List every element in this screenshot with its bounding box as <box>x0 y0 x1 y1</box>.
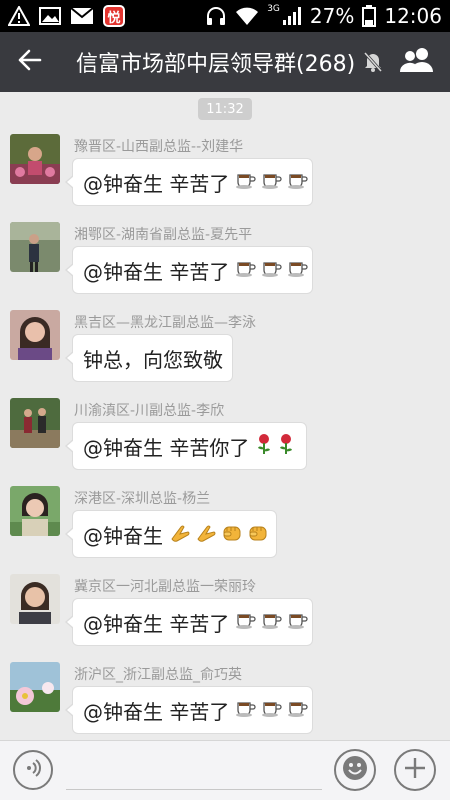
coffee-cup-icon <box>235 610 257 634</box>
voice-icon <box>23 758 43 782</box>
avatar[interactable] <box>10 486 60 536</box>
message-bubble[interactable]: @钟奋生 辛苦了 <box>65 686 313 734</box>
chat-messages[interactable]: 11:32 豫晋区-山西副总监--刘建华 @钟奋生 辛苦了 湘鄂区-湖南省副总监… <box>0 92 450 740</box>
message-text: 钟总，向您致敬 <box>83 347 223 372</box>
app-notification-icon: 悦 <box>103 5 125 27</box>
message-bubble[interactable]: @钟奋生 <box>65 510 277 558</box>
avatar[interactable] <box>10 310 60 360</box>
sender-name: 浙沪区_浙江副总监_俞巧英 <box>74 667 242 683</box>
rose-icon <box>277 433 295 459</box>
fist-icon <box>247 521 269 547</box>
message-text: @钟奋生 辛苦了 <box>83 259 230 284</box>
voice-input-button[interactable] <box>13 750 53 790</box>
sender-name: 深港区-深圳总监-杨兰 <box>74 491 211 507</box>
message-bubble[interactable]: @钟奋生 辛苦了 <box>65 158 313 206</box>
message-bubble[interactable]: @钟奋生 辛苦了 <box>65 598 313 646</box>
mail-icon <box>70 7 94 25</box>
more-options-button[interactable] <box>394 749 436 791</box>
ok-hand-icon <box>169 521 191 547</box>
coffee-cup-icon <box>287 698 309 722</box>
battery-icon <box>362 5 377 27</box>
status-bar: 悦 3G 27% 12:06 <box>0 0 450 32</box>
message-text: @钟奋生 <box>83 523 163 548</box>
coffee-cup-icon <box>261 170 283 194</box>
sender-name: 冀京区一河北副总监一荣丽玲 <box>74 579 256 595</box>
avatar[interactable] <box>10 134 60 184</box>
people-icon <box>399 46 435 78</box>
coffee-cup-icon <box>235 698 257 722</box>
back-button[interactable] <box>0 32 60 92</box>
timestamp-badge: 11:32 <box>198 98 252 120</box>
emoji-button[interactable] <box>334 749 376 791</box>
network-type: 3G <box>267 4 280 14</box>
chat-header: 信富市场部中层领导群(268) <box>0 32 450 92</box>
message-item: 冀京区一河北副总监一荣丽玲 @钟奋生 辛苦了 <box>0 574 450 658</box>
avatar[interactable] <box>10 398 60 448</box>
coffee-cup-icon <box>287 170 309 194</box>
input-bar <box>0 740 450 800</box>
message-item: 豫晋区-山西副总监--刘建华 @钟奋生 辛苦了 <box>0 134 450 218</box>
headphones-icon <box>205 6 227 26</box>
message-item: 浙沪区_浙江副总监_俞巧英 @钟奋生 辛苦了 <box>0 662 450 746</box>
clock: 12:06 <box>384 4 442 28</box>
message-bubble[interactable]: @钟奋生 辛苦了 <box>65 246 313 294</box>
signal-icon <box>282 6 302 26</box>
warning-icon <box>8 6 30 26</box>
message-item: 深港区-深圳总监-杨兰 @钟奋生 <box>0 486 450 570</box>
wifi-icon <box>235 6 259 26</box>
chat-title: 信富市场部中层领导群(268) <box>76 52 356 77</box>
gallery-icon <box>39 6 61 26</box>
smiley-icon <box>341 754 369 786</box>
message-item: 黑吉区—黑龙江副总监—李泳 钟总，向您致敬 <box>0 310 450 394</box>
sender-name: 湘鄂区-湖南省副总监-夏先平 <box>74 227 253 243</box>
coffee-cup-icon <box>261 698 283 722</box>
message-item: 湘鄂区-湖南省副总监-夏先平 @钟奋生 辛苦了 <box>0 222 450 306</box>
message-text: @钟奋生 辛苦了 <box>83 171 230 196</box>
coffee-cup-icon <box>287 610 309 634</box>
back-arrow-icon <box>18 49 42 75</box>
message-text: @钟奋生 辛苦了 <box>83 699 230 724</box>
sender-name: 豫晋区-山西副总监--刘建华 <box>74 139 244 155</box>
avatar[interactable] <box>10 574 60 624</box>
battery-percent: 27% <box>309 4 355 28</box>
message-text: @钟奋生 辛苦了 <box>83 611 230 636</box>
avatar[interactable] <box>10 222 60 272</box>
rose-icon <box>255 433 273 459</box>
message-bubble[interactable]: 钟总，向您致敬 <box>65 334 233 382</box>
coffee-cup-icon <box>287 258 309 282</box>
group-members-button[interactable] <box>392 32 442 92</box>
coffee-cup-icon <box>261 258 283 282</box>
message-input[interactable] <box>66 789 322 790</box>
coffee-cup-icon <box>235 170 257 194</box>
message-bubble[interactable]: @钟奋生 辛苦你了 <box>65 422 307 470</box>
plus-icon <box>403 756 427 784</box>
ok-hand-icon <box>195 521 217 547</box>
coffee-cup-icon <box>261 610 283 634</box>
sender-name: 川渝滇区-川副总监-李欣 <box>74 403 225 419</box>
fist-icon <box>221 521 243 547</box>
coffee-cup-icon <box>235 258 257 282</box>
message-text: @钟奋生 辛苦你了 <box>83 435 250 460</box>
sender-name: 黑吉区—黑龙江副总监—李泳 <box>74 315 256 331</box>
avatar[interactable] <box>10 662 60 712</box>
message-item: 川渝滇区-川副总监-李欣 @钟奋生 辛苦你了 <box>0 398 450 482</box>
mute-bell-icon <box>363 51 383 73</box>
